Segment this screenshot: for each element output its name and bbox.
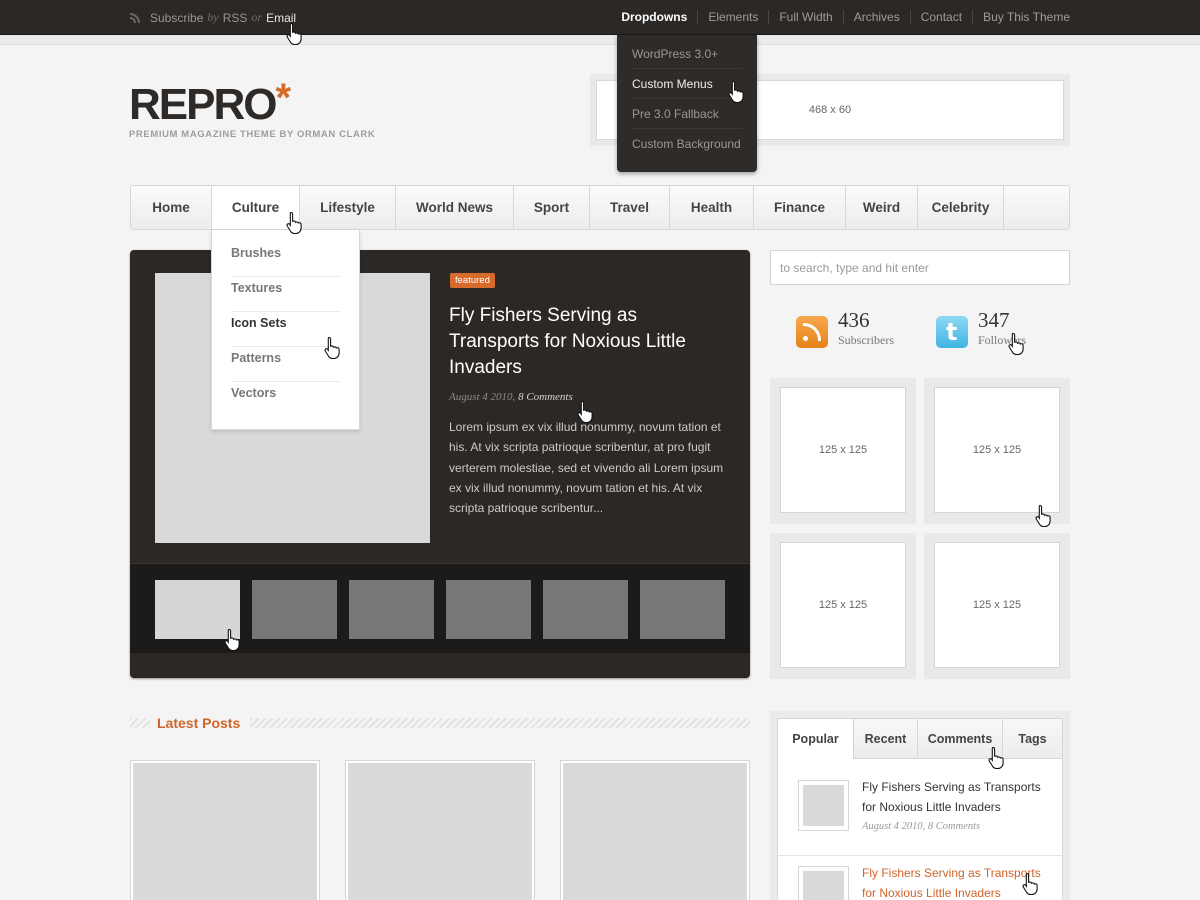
subscriber-count: 436 [838, 308, 870, 332]
featured-excerpt: Lorem ipsum ex vix illud nonummy, novum … [449, 420, 724, 516]
twitter-icon [936, 316, 968, 348]
hand-cursor-icon [286, 211, 302, 235]
rss-icon [796, 316, 828, 348]
hand-cursor-icon [286, 22, 302, 46]
tab-popular[interactable]: Popular [778, 719, 854, 759]
featured-comments-link[interactable]: 8 Comments [518, 391, 573, 403]
ad-125[interactable]: 125 x 125 [770, 378, 916, 524]
list-item-thumbnail[interactable] [798, 780, 849, 831]
nav-sport[interactable]: Sport [514, 186, 590, 229]
hand-cursor-icon [224, 628, 240, 652]
slider-thumb[interactable] [543, 580, 628, 639]
site-logo[interactable]: REPRO* [129, 76, 291, 129]
top-nav-dropdowns[interactable]: Dropdowns [611, 10, 697, 24]
ad-125[interactable]: 125 x 125 [924, 533, 1070, 679]
featured-date: August 4 2010, [449, 391, 516, 403]
subscribe-label: Subscribe [150, 10, 204, 25]
tab-recent[interactable]: Recent [854, 719, 918, 758]
dropdown-item-custom-background[interactable]: Custom Background [632, 129, 742, 159]
list-item-thumbnail[interactable] [798, 866, 849, 900]
hand-cursor-icon [1022, 872, 1038, 896]
post-card[interactable] [560, 760, 750, 900]
main-nav: Home Culture Lifestyle World News Sport … [130, 185, 1070, 230]
latest-posts-title: Latest Posts [150, 713, 251, 733]
hand-cursor-icon [728, 80, 744, 104]
ad-125[interactable]: 125 x 125 [924, 378, 1070, 524]
featured-title[interactable]: Fly Fishers Serving as Transports for No… [449, 303, 729, 381]
nav-weird[interactable]: Weird [846, 186, 918, 229]
dropdown-item-fallback[interactable]: Pre 3.0 Fallback [632, 99, 742, 129]
nav-health[interactable]: Health [670, 186, 754, 229]
hand-cursor-icon [577, 400, 593, 424]
post-card[interactable] [345, 760, 535, 900]
nav-travel[interactable]: Travel [590, 186, 670, 229]
nav-finance[interactable]: Finance [754, 186, 846, 229]
post-thumbnail[interactable] [133, 763, 317, 900]
top-nav-archives[interactable]: Archives [842, 10, 910, 24]
site-tagline: PREMIUM MAGAZINE THEME BY ORMAN CLARK [129, 129, 376, 140]
culture-item-vectors[interactable]: Vectors [231, 382, 340, 417]
latest-posts-header: Latest Posts [130, 713, 750, 733]
rss-link[interactable]: RSS [223, 11, 248, 25]
rss-subscribers[interactable]: 436 Subscribers [796, 308, 894, 348]
by-word: by [207, 10, 219, 24]
nav-lifestyle[interactable]: Lifestyle [300, 186, 396, 229]
search-input[interactable]: to search, type and hit enter [770, 250, 1070, 285]
or-word: or [251, 10, 263, 24]
top-nav-full-width[interactable]: Full Width [768, 10, 842, 24]
post-thumbnail[interactable] [563, 763, 747, 900]
ad-placeholder: 125 x 125 [934, 387, 1060, 513]
logo-asterisk: * [275, 76, 292, 120]
top-nav-contact[interactable]: Contact [909, 10, 972, 24]
culture-item-brushes[interactable]: Brushes [231, 242, 340, 277]
nav-celebrity[interactable]: Celebrity [918, 186, 1004, 229]
ad-placeholder: 125 x 125 [780, 387, 906, 513]
hand-cursor-icon [324, 336, 340, 360]
top-nav-buy-theme[interactable]: Buy This Theme [972, 10, 1070, 24]
slider-thumb[interactable] [349, 580, 434, 639]
slider-thumb[interactable] [446, 580, 531, 639]
nav-world-news[interactable]: World News [396, 186, 514, 229]
rss-small-icon [130, 12, 142, 24]
featured-badge: featured [450, 273, 495, 288]
post-card[interactable] [130, 760, 320, 900]
culture-dropdown: Brushes Textures Icon Sets Patterns Vect… [211, 230, 360, 430]
top-nav-elements[interactable]: Elements [697, 10, 768, 24]
ad-placeholder: 125 x 125 [934, 542, 1060, 668]
list-item-title[interactable]: Fly Fishers Serving as Transports for No… [862, 777, 1052, 817]
nav-home[interactable]: Home [131, 186, 212, 229]
dropdown-item-wordpress[interactable]: WordPress 3.0+ [632, 39, 742, 69]
subscriber-label: Subscribers [838, 333, 894, 347]
culture-item-textures[interactable]: Textures [231, 277, 340, 312]
hand-cursor-icon [988, 746, 1004, 770]
hand-cursor-icon [1035, 504, 1051, 528]
follower-count: 347 [978, 308, 1010, 332]
featured-meta: August 4 2010, 8 Comments [449, 391, 573, 403]
hand-cursor-icon [1008, 332, 1024, 356]
ad-placeholder: 125 x 125 [780, 542, 906, 668]
logo-text: REPRO [129, 80, 277, 129]
subscribe-links: Subscribe by RSS or Email [130, 10, 296, 25]
post-thumbnail[interactable] [348, 763, 532, 900]
slider-thumb[interactable] [252, 580, 337, 639]
top-nav: Dropdowns Elements Full Width Archives C… [611, 10, 1070, 24]
ad-125[interactable]: 125 x 125 [770, 533, 916, 679]
dropdown-item-custom-menus[interactable]: Custom Menus [632, 69, 742, 99]
tab-bar: Popular Recent Comments Tags [778, 719, 1062, 759]
slider-thumb[interactable] [640, 580, 725, 639]
tab-tags[interactable]: Tags [1003, 719, 1062, 758]
list-item-meta: August 4 2010, 8 Comments [862, 821, 981, 832]
top-bar-shadow [0, 35, 1200, 45]
divider [778, 855, 1062, 856]
